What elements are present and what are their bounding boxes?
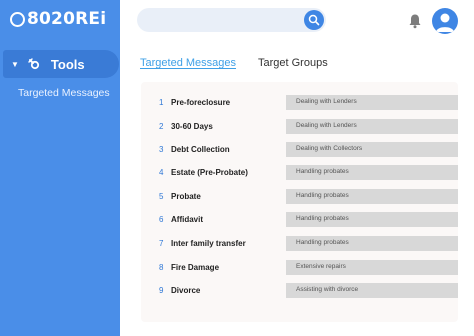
row-number: 4 [159,168,164,177]
sidebar: 8020REi ▼ Tools Targeted Messages [0,0,120,336]
user-avatar[interactable] [432,8,458,34]
message-row[interactable]: 1 Pre-foreclosure Dealing with Lenders [141,95,458,112]
tab-targeted-messages[interactable]: Targeted Messages [140,57,236,69]
row-name: Affidavit [171,215,203,224]
row-number: 2 [159,122,164,131]
logo-ring-icon [10,11,25,27]
logo-text: 8020REi [27,9,107,29]
row-name: Fire Damage [171,263,220,272]
row-number: 9 [159,286,164,295]
row-tag-box[interactable]: Dealing with Lenders [286,95,458,110]
row-name: Debt Collection [171,145,230,154]
message-row[interactable]: 9 Divorce Assisting with divorce [141,283,458,300]
message-row[interactable]: 4 Estate (Pre-Probate) Handling probates [141,165,458,182]
tab-target-groups[interactable]: Target Groups [258,57,328,69]
row-number: 3 [159,145,164,154]
row-tag-box[interactable]: Handling probates [286,236,458,251]
row-tag: Handling probates [296,192,349,199]
row-name: 30-60 Days [171,122,213,131]
message-row[interactable]: 6 Affidavit Handling probates [141,212,458,229]
tab-bar: Targeted Messages Target Groups [140,57,328,69]
search-bar[interactable] [137,8,326,32]
sidebar-section-tools[interactable]: ▼ Tools [3,50,119,78]
messages-panel: 1 Pre-foreclosure Dealing with Lenders 2… [141,82,458,322]
bell-icon[interactable] [408,13,422,29]
row-number: 1 [159,98,164,107]
row-tag: Handling probates [296,215,349,222]
message-row[interactable]: 2 30-60 Days Dealing with Lenders [141,119,458,136]
message-row[interactable]: 3 Debt Collection Dealing with Collector… [141,142,458,159]
row-tag-box[interactable]: Assisting with divorce [286,283,458,298]
row-name: Estate (Pre-Probate) [171,168,248,177]
row-name: Inter family transfer [171,239,246,248]
row-tag: Dealing with Collectors [296,145,363,152]
row-tag-box[interactable]: Handling probates [286,165,458,180]
row-tag: Handling probates [296,168,349,175]
caret-down-icon: ▼ [11,59,19,69]
search-button[interactable] [304,10,324,30]
tools-icon [28,58,40,70]
user-avatar-icon [436,13,454,32]
row-tag: Dealing with Lenders [296,122,357,129]
row-tag: Dealing with Lenders [296,98,357,105]
message-row[interactable]: 7 Inter family transfer Handling probate… [141,236,458,253]
row-tag-box[interactable]: Extensive repairs [286,260,458,275]
row-tag: Extensive repairs [296,263,346,270]
row-tag-box[interactable]: Dealing with Lenders [286,119,458,134]
sidebar-section-label: Tools [50,56,85,72]
message-row[interactable]: 8 Fire Damage Extensive repairs [141,260,458,277]
search-icon [308,14,320,26]
row-name: Pre-foreclosure [171,98,231,107]
brand-logo[interactable]: 8020REi [10,9,106,29]
row-number: 5 [159,192,164,201]
row-number: 8 [159,263,164,272]
sidebar-item-targeted-messages[interactable]: Targeted Messages [18,87,110,99]
message-row[interactable]: 5 Probate Handling probates [141,189,458,206]
row-tag-box[interactable]: Dealing with Collectors [286,142,458,157]
row-tag: Handling probates [296,239,349,246]
app-root: 8020REi ▼ Tools Targeted Messages Target… [0,0,474,336]
row-name: Divorce [171,286,201,295]
row-tag: Assisting with divorce [296,286,359,293]
row-tag-box[interactable]: Handling probates [286,212,458,227]
row-tag-box[interactable]: Handling probates [286,189,458,204]
row-name: Probate [171,192,201,201]
row-number: 7 [159,239,164,248]
row-number: 6 [159,215,164,224]
